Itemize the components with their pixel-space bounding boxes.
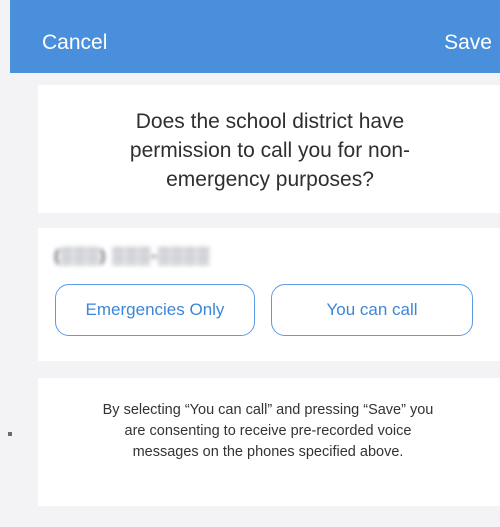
navigation-bar: Cancel Save [10, 0, 500, 73]
phone-number: (▒▒▒) ▒▒▒-▒▒▒▒ [54, 246, 211, 265]
phone-card: (▒▒▒) ▒▒▒-▒▒▒▒ Emergencies Only You can … [38, 228, 500, 361]
question-card: Does the school district have permission… [38, 85, 500, 213]
stray-dot [8, 432, 12, 436]
you-can-call-button[interactable]: You can call [271, 284, 473, 336]
save-button[interactable]: Save [444, 30, 492, 56]
permission-question: Does the school district have permission… [129, 110, 411, 191]
consent-disclaimer: By selecting “You can call” and pressing… [102, 402, 434, 460]
cancel-button[interactable]: Cancel [42, 30, 107, 56]
consent-card: By selecting “You can call” and pressing… [38, 378, 500, 506]
emergencies-only-button[interactable]: Emergencies Only [55, 284, 255, 336]
